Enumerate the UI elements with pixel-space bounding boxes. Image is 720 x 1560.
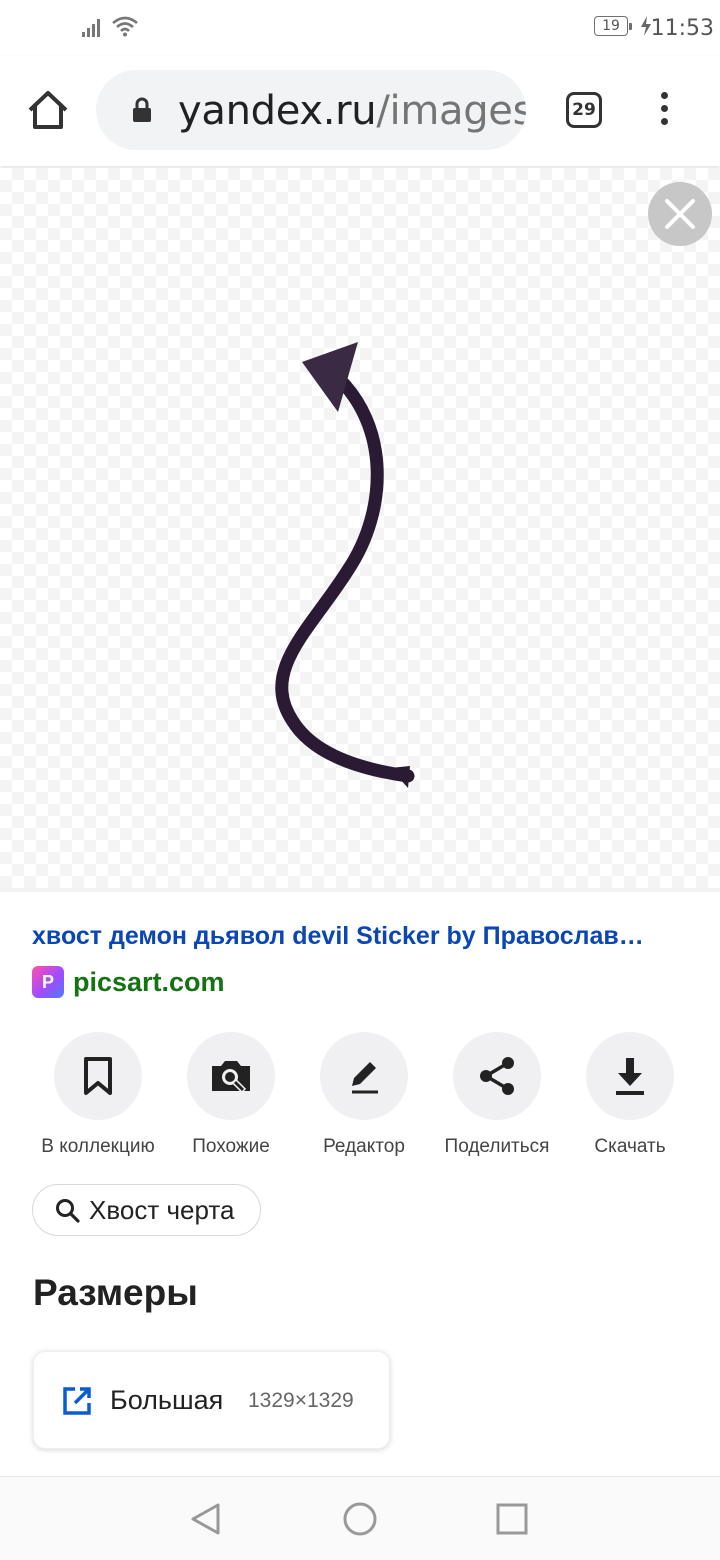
signal-icon (82, 19, 100, 37)
pencil-icon (352, 1062, 378, 1094)
tab-count: 29 (572, 100, 596, 120)
editor-button[interactable]: Редактор (298, 1032, 430, 1158)
result-title-link[interactable]: хвост демон дьявол devil Sticker by Прав… (32, 922, 692, 951)
action-circle (320, 1032, 408, 1120)
devil-tail-image (275, 342, 415, 788)
picsart-logo-icon: P (32, 966, 64, 998)
size-option-large[interactable]: Большая 1329×1329 (33, 1351, 390, 1449)
action-label: Редактор (323, 1136, 405, 1157)
status-right: 19 11:53 (594, 16, 714, 41)
action-circle (54, 1032, 142, 1120)
download-button[interactable]: Скачать (564, 1032, 696, 1158)
tab-switcher-button[interactable]: 29 (566, 92, 602, 128)
status-bar: 19 11:53 (0, 0, 720, 56)
home-circle-icon[interactable] (342, 1501, 378, 1537)
battery-icon: 19 (594, 16, 632, 36)
related-search-chip[interactable]: Хвост черта (32, 1184, 262, 1236)
sizes-heading: Размеры (33, 1272, 198, 1313)
action-circle (187, 1032, 275, 1120)
source-link[interactable]: P picsart.com (32, 966, 225, 998)
action-circle (586, 1032, 674, 1120)
clock: 11:53 (650, 16, 714, 41)
browser-toolbar: yandex.ru/images 29 (0, 56, 720, 166)
search-icon (56, 1199, 80, 1223)
battery-level: 19 (602, 18, 620, 34)
chip-label: Хвост черта (89, 1194, 235, 1225)
system-nav-bar (0, 1476, 720, 1560)
size-name: Большая (110, 1385, 224, 1415)
action-label: Поделиться (444, 1136, 550, 1157)
action-label: Скачать (594, 1136, 666, 1157)
share-button[interactable]: Поделиться (431, 1032, 563, 1158)
action-label: Похожие (192, 1136, 270, 1157)
close-viewer-button[interactable] (648, 182, 712, 246)
camera-search-icon (212, 1061, 250, 1094)
bookmark-icon (84, 1057, 112, 1095)
action-bar: В коллекцию Похожие Редактор Поделиться … (32, 1032, 696, 1162)
action-circle (453, 1032, 541, 1120)
source-domain: picsart.com (73, 966, 225, 997)
download-icon (616, 1058, 644, 1095)
back-icon[interactable] (188, 1501, 224, 1537)
action-label: В коллекцию (41, 1136, 155, 1157)
address-bar[interactable]: yandex.ru/images (96, 70, 526, 150)
open-external-icon (63, 1387, 91, 1415)
url-text: yandex.ru/images (178, 88, 526, 134)
url-path: /images (376, 88, 526, 134)
divider (0, 888, 720, 892)
size-dimensions: 1329×1329 (248, 1389, 354, 1412)
recent-apps-icon[interactable] (496, 1503, 528, 1535)
share-icon (480, 1057, 514, 1095)
similar-button[interactable]: Похожие (165, 1032, 297, 1158)
more-menu-icon[interactable] (654, 92, 674, 132)
home-icon[interactable] (24, 86, 72, 134)
close-icon (665, 199, 695, 229)
lock-icon (133, 97, 151, 122)
wifi-icon (112, 16, 138, 37)
url-host: yandex.ru (178, 88, 377, 134)
add-to-collection-button[interactable]: В коллекцию (32, 1032, 164, 1158)
